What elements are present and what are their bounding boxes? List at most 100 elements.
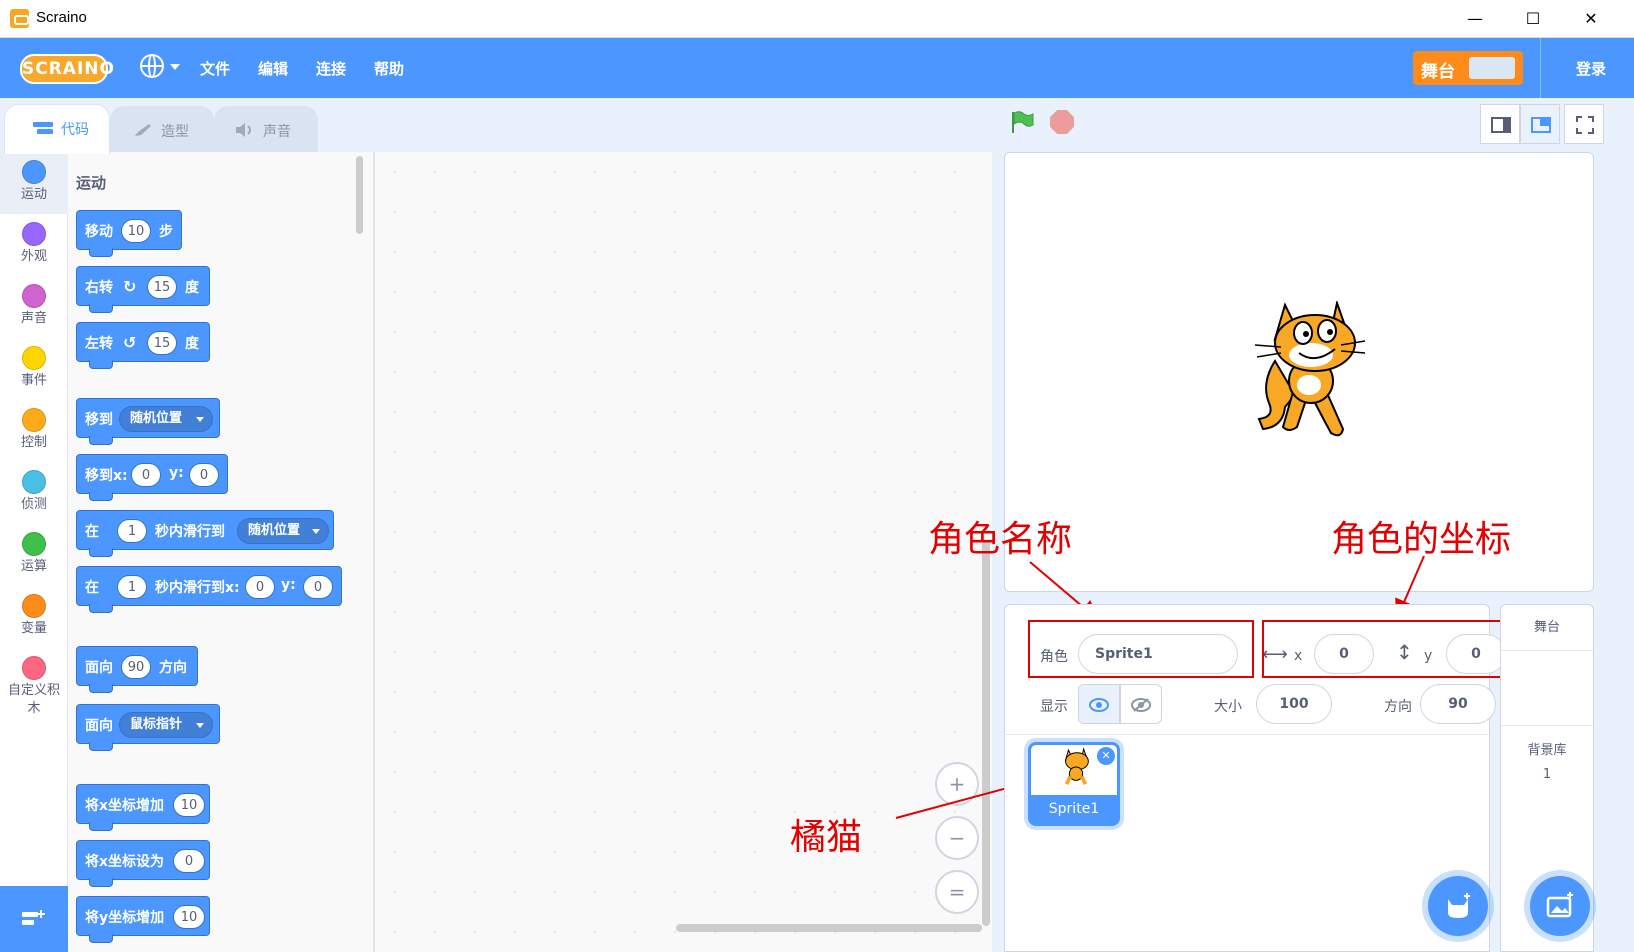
block-input[interactable]: 10 [121,219,151,243]
login-button[interactable]: 登录 [1576,58,1606,79]
annotation-box-sprite-name [1028,620,1254,678]
block-change-y[interactable]: 将y坐标增加 10 [76,896,210,943]
block-text: 步 [159,224,173,240]
menu-edit[interactable]: 编辑 [258,58,288,79]
speaker-icon [236,123,251,137]
block-goto-xy[interactable]: 移到x: 0 y: 0 [76,454,228,501]
brush-icon [135,124,151,136]
block-goto[interactable]: 移到 随机位置 [76,398,220,445]
show-sprite-button[interactable] [1078,684,1120,724]
block-glide[interactable]: 在 1 秒内滑行到 随机位置 [76,510,334,557]
backdrop-library-label: 背景库 [1527,743,1567,758]
block-input[interactable]: 10 [173,905,205,929]
cat-thumbnail-icon [1064,747,1089,785]
small-stage-button[interactable] [1480,104,1520,144]
block-text: 秒内滑行到x: [155,580,240,596]
size-input[interactable]: 100 [1256,684,1332,724]
annotation-sprite-name: 角色名称 [928,519,1073,560]
menu-bar: SCRAINO 文件 编辑 连接 帮助 舞台 登录 [0,38,1634,98]
cat-sprite-icon[interactable] [1245,301,1371,439]
block-text: 面向 [85,718,113,734]
delete-sprite-icon[interactable]: ✕ [1097,747,1115,765]
block-turn-right[interactable]: 右转 ↻ 15 度 [76,266,210,313]
category-operators[interactable]: 运算 [0,524,68,586]
chevron-down-icon[interactable] [170,64,180,70]
block-dropdown[interactable]: 随机位置 [119,406,213,432]
category-events[interactable]: 事件 [0,338,68,400]
sprite-thumbnail[interactable]: ✕ Sprite1 [1028,742,1120,826]
fullscreen-button[interactable] [1564,104,1604,144]
block-point-towards[interactable]: 面向 鼠标指针 [76,704,220,751]
category-dot [22,470,46,494]
category-dot [22,656,46,680]
block-glide-xy[interactable]: 在 1 秒内滑行到x: 0 y: 0 [76,566,342,613]
tab-code-label: 代码 [61,122,89,138]
category-dot [22,594,46,618]
stop-icon[interactable] [1050,110,1074,134]
tab-code[interactable]: 代码 [4,104,110,154]
menu-file[interactable]: 文件 [200,58,230,79]
block-input[interactable]: 15 [147,275,177,299]
scraino-logo[interactable]: SCRAINO [20,54,114,84]
workspace-horizontal-scrollbar[interactable] [676,924,982,932]
menu-help[interactable]: 帮助 [374,58,404,79]
block-input[interactable]: 1 [117,519,147,543]
workspace-vertical-scrollbar[interactable] [982,540,990,926]
zoom-in-button[interactable]: + [935,762,979,806]
block-turn-left[interactable]: 左转 ↺ 15 度 [76,322,210,369]
category-sensing[interactable]: 侦测 [0,462,68,524]
block-change-x[interactable]: 将x坐标增加 10 [76,784,210,831]
block-point-direction[interactable]: 面向 90 方向 [76,646,198,693]
category-dot [22,408,46,432]
add-backdrop-button[interactable] [1530,876,1590,936]
close-button[interactable]: ✕ [1568,0,1614,38]
add-extension-button[interactable] [0,886,68,952]
block-text: 左转 [85,336,113,352]
tab-costumes[interactable]: 造型 [110,106,214,152]
block-input[interactable]: 0 [131,463,161,487]
size-label: 大小 [1214,699,1242,715]
small-stage-icon [1491,117,1511,133]
zoom-reset-button[interactable]: = [935,870,979,914]
zoom-out-button[interactable]: − [935,816,979,860]
block-input[interactable]: 0 [189,463,219,487]
block-set-x[interactable]: 将x坐标设为 0 [76,840,210,887]
hide-sprite-button[interactable] [1120,684,1162,724]
minimize-button[interactable]: — [1452,0,1498,38]
extension-icon [22,910,45,925]
block-dropdown[interactable]: 鼠标指针 [119,712,213,738]
backdrop-count: 1 [1542,767,1552,782]
green-flag-icon[interactable] [1010,110,1034,134]
palette-scrollbar[interactable] [356,156,363,234]
stage-pane-divider [1501,725,1593,726]
stage-mode-toggle[interactable]: 舞台 [1413,51,1523,85]
normal-stage-icon [1531,117,1551,133]
menu-divider [1540,38,1541,98]
category-motion[interactable]: 运动 [0,152,68,214]
maximize-button[interactable]: ☐ [1510,0,1556,38]
block-input[interactable]: 0 [173,849,205,873]
code-workspace[interactable] [374,152,992,952]
category-control[interactable]: 控制 [0,400,68,462]
block-input[interactable]: 15 [147,331,177,355]
category-label: 外观 [20,249,47,264]
category-menu: 运动 外观 声音 事件 控制 侦测 运算 变量 自定义积木 [0,152,68,952]
category-sound[interactable]: 声音 [0,276,68,338]
block-input[interactable]: 0 [245,575,275,599]
category-my-blocks[interactable]: 自定义积木 [0,648,68,728]
block-input[interactable]: 10 [173,793,205,817]
block-text: 将y坐标增加 [85,910,165,926]
block-move-steps[interactable]: 移动 10 步 [76,210,182,257]
block-input[interactable]: 1 [117,575,147,599]
block-input[interactable]: 0 [303,575,333,599]
normal-stage-button[interactable] [1520,104,1560,144]
tab-sounds[interactable]: 声音 [214,106,318,152]
block-input[interactable]: 90 [121,655,151,679]
category-looks[interactable]: 外观 [0,214,68,276]
menu-connect[interactable]: 连接 [316,58,346,79]
category-variables[interactable]: 变量 [0,586,68,648]
globe-icon[interactable] [140,54,164,78]
add-sprite-button[interactable] [1428,876,1488,936]
direction-input[interactable]: 90 [1420,684,1496,724]
block-dropdown[interactable]: 随机位置 [237,518,329,544]
